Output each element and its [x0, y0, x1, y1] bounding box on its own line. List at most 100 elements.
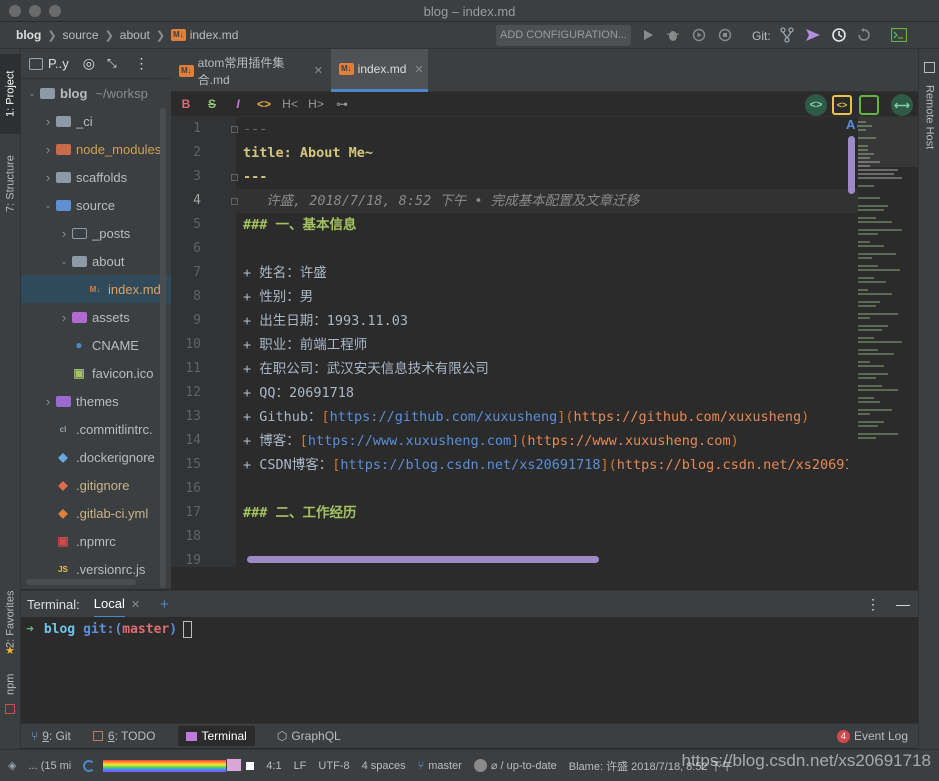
tab-atom-plugins[interactable]: M↓ atom常用插件集合.md ✕ — [171, 49, 331, 92]
tree-item-blog[interactable]: ⌄ blog ~/worksp — [21, 79, 171, 107]
tree-item-assets[interactable]: › assets — [21, 303, 171, 331]
git-tool-tab[interactable]: ⑂ 9: Git — [31, 729, 71, 743]
run-icon[interactable] — [639, 26, 657, 44]
collapse-all-icon[interactable]: ⤡ — [107, 56, 117, 71]
tree-item-themes[interactable]: › themes — [21, 387, 171, 415]
tree-item-node-modules[interactable]: › node_modules — [21, 135, 171, 163]
more-options-icon[interactable]: ⋮ — [135, 55, 149, 72]
bold-button[interactable]: B — [173, 97, 199, 111]
code-minimap[interactable] — [858, 117, 918, 567]
remote-host-tool-tab[interactable]: Remote Host — [919, 77, 939, 157]
tree-item-index-md[interactable]: M↓ index.md — [21, 275, 171, 303]
breadcrumb-blog[interactable]: blog — [16, 28, 41, 42]
insert-link-icon[interactable]: ⊶ — [329, 97, 355, 111]
minimap-line — [858, 185, 874, 187]
tree-item-scaffolds[interactable]: › scaffolds — [21, 163, 171, 191]
terminal-tool-tab[interactable]: Terminal — [177, 726, 255, 746]
event-log-tool-tab[interactable]: 4 Event Log — [836, 729, 908, 743]
chevron-down-icon[interactable]: ⌄ — [41, 200, 55, 211]
chevron-right-icon[interactable]: › — [57, 226, 71, 241]
minimap-line — [858, 377, 876, 379]
minimap-viewport[interactable] — [858, 117, 918, 167]
new-terminal-tab-icon[interactable]: + — [160, 596, 169, 613]
run-coverage-icon[interactable] — [690, 26, 708, 44]
tree-item-ci[interactable]: › _ci — [21, 107, 171, 135]
tree-item-gitlab-ci-yml[interactable]: ◆ .gitlab-ci.yml — [21, 499, 171, 527]
close-tab-icon[interactable]: ✕ — [314, 64, 323, 77]
tree-item-commitlintrc[interactable]: cl .commitlintrc. — [21, 415, 171, 443]
italic-button[interactable]: I — [225, 97, 251, 111]
strikethrough-button[interactable]: S — [199, 97, 225, 111]
locate-file-icon[interactable]: ◎ — [83, 55, 95, 72]
folder-shape — [55, 143, 71, 155]
layers-icon[interactable]: ◈ — [8, 759, 16, 772]
chevron-down-icon[interactable]: ⌄ — [57, 256, 71, 267]
line-number: 6 — [193, 241, 201, 256]
tree-item-dockerignore[interactable]: ◆ .dockerignore — [21, 443, 171, 471]
sync-status[interactable]: ⌀ / up-to-date — [491, 759, 557, 772]
split-view-button[interactable]: <> — [832, 95, 852, 115]
tab-index-md[interactable]: M↓ index.md ✕ — [331, 49, 428, 92]
tree-item-npmrc[interactable]: ▣ .npmrc — [21, 527, 171, 555]
file-encoding[interactable]: UTF-8 — [318, 760, 349, 772]
title-bar: blog – index.md — [0, 0, 939, 22]
todo-tool-tab[interactable]: 6: TODO — [92, 729, 156, 743]
graphql-tool-tab[interactable]: ⬡ GraphQL — [277, 729, 341, 743]
sync-scroll-button[interactable]: ⟷ — [891, 94, 913, 116]
git-rollback-icon[interactable] — [855, 26, 873, 44]
stop-icon[interactable] — [716, 26, 734, 44]
project-view-selector[interactable]: P..y — [48, 56, 69, 71]
project-tree-scrollbar[interactable] — [160, 108, 166, 588]
indent-setting[interactable]: 4 spaces — [362, 760, 406, 772]
tree-item-label: assets — [92, 309, 130, 325]
decrease-heading-button[interactable]: H< — [277, 97, 303, 111]
increase-heading-button[interactable]: H> — [303, 97, 329, 111]
editor-vertical-scrollbar[interactable] — [848, 136, 855, 194]
git-branch[interactable]: master — [428, 760, 462, 772]
terminal-body[interactable]: ➜ blog git:( master ) — [21, 617, 918, 723]
terminal-icon[interactable] — [890, 26, 908, 44]
code-button[interactable]: <> — [251, 97, 277, 111]
chevron-right-icon[interactable]: › — [57, 310, 71, 325]
chevron-right-icon[interactable]: › — [41, 394, 55, 409]
chevron-right-icon[interactable]: › — [41, 170, 55, 185]
project-tree-horizontal-scrollbar[interactable] — [26, 579, 136, 585]
line-separator[interactable]: LF — [294, 760, 307, 772]
tree-item-about[interactable]: ⌄ about — [21, 247, 171, 275]
tree-item-favicon-ico[interactable]: ▣ favicon.ico — [21, 359, 171, 387]
add-configuration-button[interactable]: ADD CONFIGURATION... — [496, 25, 631, 46]
background-task-status[interactable]: ... (15 mi — [28, 760, 71, 772]
npm-tool-tab[interactable]: npm — [0, 664, 21, 704]
breadcrumb-label: index.md — [189, 28, 239, 42]
tree-item-cname[interactable]: ● CNAME — [21, 331, 171, 359]
hide-panel-icon[interactable]: — — [896, 596, 910, 612]
terminal-tab-local[interactable]: Local — [93, 591, 125, 618]
project-tool-tab[interactable]: 1: Project — [0, 54, 21, 134]
line-number: 18 — [185, 529, 201, 544]
tree-item-gitignore[interactable]: ◆ .gitignore — [21, 471, 171, 499]
structure-tool-tab[interactable]: 7: Structure — [0, 144, 21, 224]
close-tab-icon[interactable]: ✕ — [414, 63, 423, 76]
tree-item-label: CNAME — [92, 337, 139, 353]
git-push-icon[interactable] — [804, 26, 822, 44]
chevron-right-icon[interactable]: › — [41, 142, 55, 157]
git-history-icon[interactable] — [830, 26, 848, 44]
chevron-down-icon[interactable]: ⌄ — [25, 88, 39, 99]
breadcrumb-about[interactable]: about — [120, 28, 150, 42]
breadcrumb-source[interactable]: source — [63, 28, 99, 42]
terminal-options-icon[interactable]: ⋮ — [866, 596, 880, 613]
preview-only-button[interactable] — [859, 95, 879, 115]
git-update-icon[interactable] — [778, 26, 796, 44]
tree-item-source[interactable]: ⌄ source — [21, 191, 171, 219]
minimap-line — [858, 325, 888, 327]
tree-item-posts[interactable]: › _posts — [21, 219, 171, 247]
line-number: 12 — [185, 385, 201, 400]
editor-only-button[interactable]: <> — [805, 94, 827, 116]
debug-icon[interactable] — [664, 26, 682, 44]
editor-content[interactable]: --- title: About Me~ --- 许盛, 2018/7/18, … — [236, 117, 848, 567]
editor-horizontal-scrollbar[interactable] — [247, 556, 599, 563]
breadcrumb-index-md[interactable]: M↓ index.md — [171, 28, 238, 42]
close-terminal-tab-icon[interactable]: ✕ — [131, 598, 140, 611]
chevron-right-icon[interactable]: › — [41, 114, 55, 129]
caret-position[interactable]: 4:1 — [266, 760, 281, 772]
